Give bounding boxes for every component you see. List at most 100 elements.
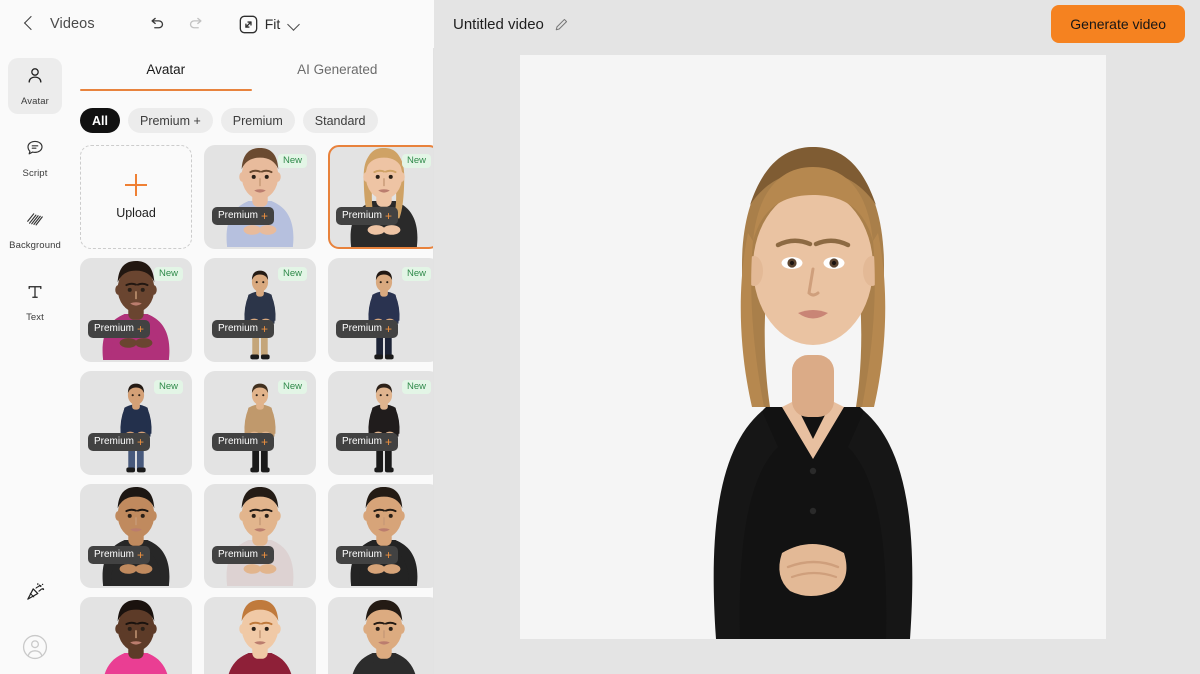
filter-chip-premium-plus[interactable]: Premium + bbox=[127, 108, 213, 133]
sidebar-item-text[interactable]: Text bbox=[8, 274, 62, 330]
premium-badge: Premium + bbox=[212, 207, 275, 225]
filter-chip-standard[interactable]: Standard bbox=[302, 108, 378, 133]
avatar-card[interactable] bbox=[204, 597, 316, 674]
premium-badge-label: Premium bbox=[218, 323, 259, 335]
preview-avatar bbox=[713, 147, 913, 639]
chevron-down-icon[interactable] bbox=[287, 18, 300, 31]
premium-badge: Premium + bbox=[336, 320, 399, 338]
avatar-card[interactable]: New Premium + bbox=[204, 371, 316, 475]
left-rail: Avatar Script Background Text bbox=[0, 48, 70, 674]
premium-badge: Premium + bbox=[336, 546, 399, 564]
avatar-grid-scroll[interactable]: Upload New Premium + New Premium + New P… bbox=[70, 133, 433, 674]
avatar-panel: Avatar AI Generated All Premium + Premiu… bbox=[70, 48, 434, 674]
avatar-thumbnail bbox=[82, 486, 190, 586]
premium-badge: Premium + bbox=[212, 320, 275, 338]
premium-plus-icon: + bbox=[385, 209, 393, 223]
sidebar-item-background[interactable]: Background bbox=[8, 202, 62, 258]
sidebar-item-background-label: Background bbox=[9, 239, 61, 251]
hatch-pattern-icon bbox=[25, 210, 45, 235]
new-badge: New bbox=[401, 267, 431, 281]
party-popper-icon[interactable] bbox=[18, 574, 52, 608]
document-bar: Untitled video Generate video bbox=[434, 0, 1200, 48]
premium-plus-icon: + bbox=[385, 435, 393, 449]
avatar-card[interactable]: New Premium + bbox=[204, 258, 316, 362]
avatar-card[interactable] bbox=[80, 597, 192, 674]
premium-badge-label: Premium bbox=[218, 549, 259, 561]
fit-screen-icon bbox=[239, 15, 258, 34]
sidebar-item-script-label: Script bbox=[22, 167, 48, 179]
premium-badge-label: Premium bbox=[342, 436, 383, 448]
fit-label: Fit bbox=[264, 16, 281, 32]
avatar-card[interactable]: New Premium + bbox=[80, 371, 192, 475]
page-title: Untitled video bbox=[453, 15, 544, 33]
avatar-thumbnail bbox=[206, 486, 314, 586]
new-badge: New bbox=[401, 154, 431, 168]
editor-body: Avatar Script Background Text Avatar AI … bbox=[0, 48, 1200, 674]
premium-badge-label: Premium bbox=[94, 436, 135, 448]
new-badge: New bbox=[153, 267, 183, 281]
back-label: Videos bbox=[50, 16, 95, 32]
pencil-icon[interactable] bbox=[554, 17, 569, 32]
avatar-card[interactable] bbox=[328, 597, 433, 674]
generate-video-button[interactable]: Generate video bbox=[1051, 5, 1185, 43]
upload-avatar-card[interactable]: Upload bbox=[80, 145, 192, 249]
sidebar-item-script[interactable]: Script bbox=[8, 130, 62, 186]
video-canvas[interactable] bbox=[520, 55, 1106, 639]
avatar-card[interactable]: Premium + bbox=[80, 484, 192, 588]
avatar-card[interactable]: Premium + bbox=[204, 484, 316, 588]
premium-badge: Premium + bbox=[212, 546, 275, 564]
panel-tabs: Avatar AI Generated bbox=[70, 48, 433, 91]
premium-badge-label: Premium bbox=[218, 436, 259, 448]
avatar-card[interactable]: New Premium + bbox=[80, 258, 192, 362]
premium-badge: Premium + bbox=[336, 433, 399, 451]
upload-label: Upload bbox=[116, 206, 156, 220]
premium-badge-label: Premium bbox=[94, 549, 135, 561]
avatar-thumbnail bbox=[206, 599, 314, 674]
premium-plus-icon: + bbox=[137, 322, 145, 336]
avatar-card-selected[interactable]: New Premium + bbox=[328, 145, 433, 249]
avatar-card[interactable]: New Premium + bbox=[328, 258, 433, 362]
premium-plus-icon: + bbox=[137, 548, 145, 562]
premium-badge: Premium + bbox=[336, 207, 399, 225]
new-badge: New bbox=[277, 380, 307, 394]
avatar-thumbnail bbox=[82, 599, 190, 674]
tab-avatar[interactable]: Avatar bbox=[80, 48, 252, 91]
plus-icon bbox=[125, 174, 147, 196]
premium-plus-icon: + bbox=[261, 435, 269, 449]
user-circle-icon[interactable] bbox=[18, 630, 52, 664]
zoom-fit-control[interactable]: Fit bbox=[239, 15, 301, 34]
new-badge: New bbox=[277, 154, 307, 168]
premium-plus-icon: + bbox=[137, 435, 145, 449]
premium-badge: Premium + bbox=[88, 433, 151, 451]
person-icon bbox=[25, 66, 45, 91]
document-title-group: Untitled video bbox=[453, 16, 569, 33]
premium-badge-label: Premium bbox=[342, 549, 383, 561]
premium-plus-icon: + bbox=[385, 322, 393, 336]
tab-ai-generated[interactable]: AI Generated bbox=[252, 48, 424, 91]
avatar-card[interactable]: Premium + bbox=[328, 484, 433, 588]
avatar-thumbnail bbox=[330, 486, 433, 586]
sidebar-item-avatar[interactable]: Avatar bbox=[8, 58, 62, 114]
premium-badge-label: Premium bbox=[342, 323, 383, 335]
filter-chip-premium[interactable]: Premium bbox=[220, 108, 295, 133]
premium-plus-icon: + bbox=[261, 548, 269, 562]
new-badge: New bbox=[153, 380, 183, 394]
video-stage bbox=[434, 48, 1200, 674]
redo-icon[interactable] bbox=[187, 14, 207, 34]
premium-badge: Premium + bbox=[88, 546, 151, 564]
speech-bubble-icon bbox=[25, 138, 45, 163]
premium-badge: Premium + bbox=[212, 433, 275, 451]
back-to-videos-button[interactable]: Videos bbox=[20, 14, 101, 34]
avatar-card[interactable]: New Premium + bbox=[204, 145, 316, 249]
new-badge: New bbox=[401, 380, 431, 394]
premium-badge-label: Premium bbox=[218, 210, 259, 222]
avatar-thumbnail bbox=[330, 599, 433, 674]
premium-badge: Premium + bbox=[88, 320, 151, 338]
sidebar-item-avatar-label: Avatar bbox=[21, 95, 49, 107]
top-bar: Videos Fit Untitled video Generate video bbox=[0, 0, 1200, 48]
avatar-card[interactable]: New Premium + bbox=[328, 371, 433, 475]
text-t-icon bbox=[25, 282, 45, 307]
filter-chip-all[interactable]: All bbox=[80, 108, 120, 133]
rail-bottom-group bbox=[0, 574, 70, 664]
undo-icon[interactable] bbox=[147, 14, 167, 34]
